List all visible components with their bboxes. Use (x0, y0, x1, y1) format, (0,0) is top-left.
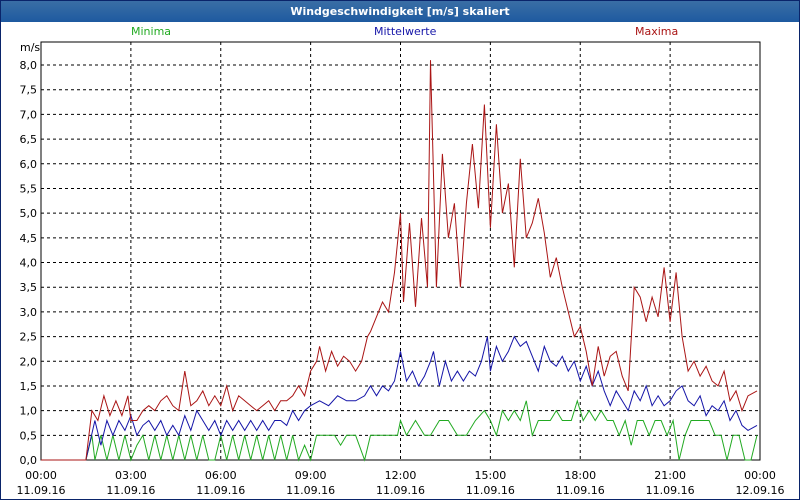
x-tick-time: 06:00 (205, 469, 237, 482)
y-tick-label: 7,5 (20, 84, 38, 97)
x-tick-date: 11.09.16 (556, 484, 605, 497)
y-tick-label: 7,0 (20, 108, 38, 121)
x-tick-date: 11.09.16 (466, 484, 515, 497)
x-tick-time: 00:00 (744, 469, 776, 482)
x-tick-date: 12.09.16 (736, 484, 785, 497)
y-tick-label: 1,5 (20, 380, 38, 393)
y-tick-label: 2,5 (20, 331, 38, 344)
x-tick-time: 15:00 (475, 469, 507, 482)
y-tick-label: 3,0 (20, 306, 38, 319)
y-tick-label: 1,0 (20, 405, 38, 418)
x-tick-date: 11.09.16 (106, 484, 155, 497)
x-tick-date: 11.09.16 (196, 484, 245, 497)
x-tick-date: 11.09.16 (286, 484, 335, 497)
y-tick-label: 4,5 (20, 232, 38, 245)
y-tick-label: 2,0 (20, 355, 38, 368)
y-tick-label: 3,5 (20, 281, 38, 294)
x-tick-time: 18:00 (564, 469, 596, 482)
y-tick-label: 5,5 (20, 182, 38, 195)
x-tick-time: 00:00 (25, 469, 57, 482)
x-tick-time: 09:00 (295, 469, 327, 482)
y-tick-label: 6,5 (20, 133, 38, 146)
x-tick-date: 11.09.16 (17, 484, 66, 497)
y-tick-label: 0,5 (20, 429, 38, 442)
y-tick-label: 8,0 (20, 59, 38, 72)
y-tick-label: 6,0 (20, 158, 38, 171)
x-tick-time: 12:00 (385, 469, 417, 482)
y-tick-label: 0,0 (20, 454, 38, 467)
line-chart: m/s 0,0 0,5 1,0 1,5 2,0 2,5 3,0 3,5 4,0 4,5 5,0 5,5 6… (17, 41, 785, 497)
y-tick-label: 4,0 (20, 257, 38, 270)
x-tick-date: 11.09.16 (376, 484, 425, 497)
y-axis-label: m/s (20, 41, 40, 54)
x-tick-time: 21:00 (654, 469, 686, 482)
x-tick-date: 11.09.16 (646, 484, 695, 497)
y-tick-label: 5,0 (20, 207, 38, 220)
x-tick-time: 03:00 (115, 469, 147, 482)
